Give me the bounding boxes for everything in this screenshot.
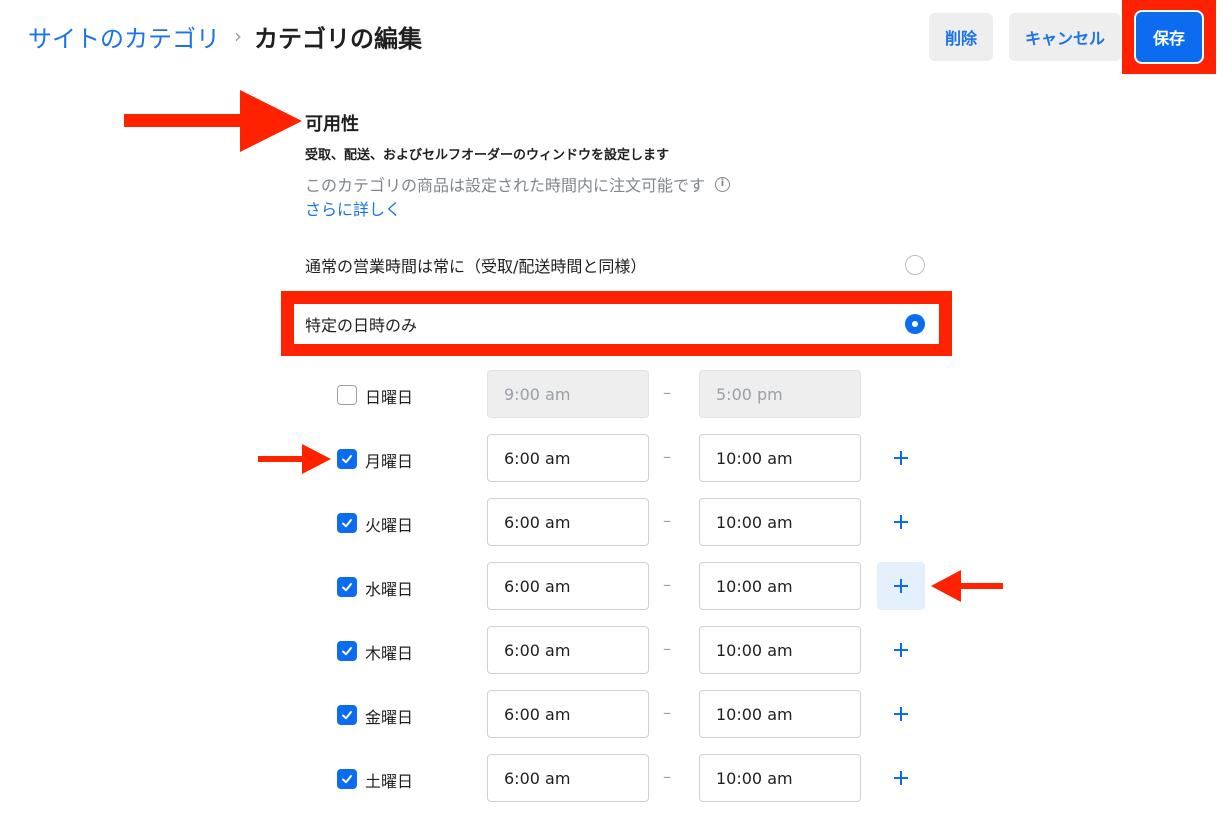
time-separator: – [663, 575, 671, 594]
day-label: 土曜日 [365, 772, 414, 791]
end-time-field[interactable]: 5:00 pm [699, 370, 861, 418]
plus-icon [894, 451, 908, 465]
time-separator: – [663, 767, 671, 786]
end-time-field[interactable]: 10:00 am [699, 562, 861, 610]
checkbox-saturday[interactable] [337, 769, 357, 789]
end-time-field[interactable]: 10:00 am [699, 498, 861, 546]
add-time-button[interactable] [877, 434, 925, 482]
day-label: 日曜日 [365, 388, 414, 407]
checkbox-wednesday[interactable] [337, 577, 357, 597]
day-row-monday: 月曜日 6:00 am – 10:00 am [0, 434, 1230, 482]
day-label: 金曜日 [365, 708, 414, 727]
day-label: 火曜日 [365, 516, 414, 535]
checkbox-friday[interactable] [337, 705, 357, 725]
checkmark-icon [342, 775, 352, 784]
time-separator: – [663, 447, 671, 466]
add-time-button[interactable] [877, 754, 925, 802]
start-time-field[interactable]: 6:00 am [487, 498, 649, 546]
end-time-field[interactable]: 10:00 am [699, 626, 861, 674]
day-row-friday: 金曜日 6:00 am – 10:00 am [0, 690, 1230, 738]
radio-regular-hours[interactable] [905, 255, 925, 275]
day-label: 木曜日 [365, 644, 414, 663]
availability-title: 可用性 [305, 114, 359, 135]
option-specific-times[interactable]: 特定の日時のみ [305, 311, 925, 337]
checkmark-icon [342, 519, 352, 528]
start-time-field[interactable]: 6:00 am [487, 690, 649, 738]
time-separator: – [663, 639, 671, 658]
availability-description-text: このカテゴリの商品は設定された時間内に注文可能です [305, 176, 706, 195]
day-row-thursday: 木曜日 6:00 am – 10:00 am [0, 626, 1230, 674]
availability-subtitle: 受取、配送、およびセルフオーダーのウィンドウを設定します [305, 148, 670, 163]
day-row-sunday: 日曜日 9:00 am – 5:00 pm [0, 370, 1230, 418]
end-time-field[interactable]: 10:00 am [699, 434, 861, 482]
checkmark-icon [342, 455, 352, 464]
add-time-button[interactable] [877, 498, 925, 546]
day-row-wednesday: 水曜日 6:00 am – 10:00 am [0, 562, 1230, 610]
end-time-field[interactable]: 10:00 am [699, 690, 861, 738]
plus-icon [894, 579, 908, 593]
checkmark-icon [342, 711, 352, 720]
plus-icon [894, 771, 908, 785]
page-title: カテゴリの編集 [254, 24, 422, 53]
day-label: 月曜日 [365, 452, 414, 471]
option-specific-times-label: 特定の日時のみ [305, 316, 418, 335]
add-time-button[interactable] [877, 562, 925, 610]
checkbox-sunday[interactable] [337, 385, 357, 405]
annotation-arrow-right-icon [124, 90, 302, 152]
delete-button[interactable]: 削除 [929, 13, 993, 61]
add-time-button[interactable] [877, 626, 925, 674]
time-separator: – [663, 383, 671, 402]
add-time-button[interactable] [877, 690, 925, 738]
time-separator: – [663, 703, 671, 722]
chevron-right-icon: › [234, 24, 242, 48]
checkbox-tuesday[interactable] [337, 513, 357, 533]
plus-icon [894, 707, 908, 721]
day-row-saturday: 土曜日 6:00 am – 10:00 am [0, 754, 1230, 802]
start-time-field[interactable]: 6:00 am [487, 754, 649, 802]
checkmark-icon [342, 647, 352, 656]
cancel-button[interactable]: キャンセル [1009, 13, 1121, 61]
checkmark-icon [342, 583, 352, 592]
start-time-field[interactable]: 6:00 am [487, 626, 649, 674]
radio-specific-times[interactable] [905, 314, 925, 334]
learn-more-link[interactable]: さらに詳しく [305, 196, 401, 220]
annotation-arrow-left-icon [931, 570, 1003, 602]
end-time-field[interactable]: 10:00 am [699, 754, 861, 802]
time-separator: – [663, 511, 671, 530]
start-time-field[interactable]: 9:00 am [487, 370, 649, 418]
start-time-field[interactable]: 6:00 am [487, 434, 649, 482]
save-button[interactable]: 保存 [1134, 10, 1204, 64]
availability-description: このカテゴリの商品は設定された時間内に注文可能です i [305, 172, 731, 196]
annotation-arrow-right-icon [258, 444, 331, 474]
plus-icon [894, 515, 908, 529]
breadcrumb-site-categories-link[interactable]: サイトのカテゴリ [28, 19, 220, 54]
option-regular-hours[interactable]: 通常の営業時間は常に（受取/配送時間と同様） [305, 252, 925, 278]
day-row-tuesday: 火曜日 6:00 am – 10:00 am [0, 498, 1230, 546]
day-label: 水曜日 [365, 580, 414, 599]
checkbox-thursday[interactable] [337, 641, 357, 661]
breadcrumb: サイトのカテゴリ › カテゴリの編集 [28, 18, 422, 54]
checkbox-monday[interactable] [337, 449, 357, 469]
option-regular-hours-label: 通常の営業時間は常に（受取/配送時間と同様） [305, 257, 647, 276]
start-time-field[interactable]: 6:00 am [487, 562, 649, 610]
plus-icon [894, 643, 908, 657]
info-icon[interactable]: i [715, 176, 731, 192]
